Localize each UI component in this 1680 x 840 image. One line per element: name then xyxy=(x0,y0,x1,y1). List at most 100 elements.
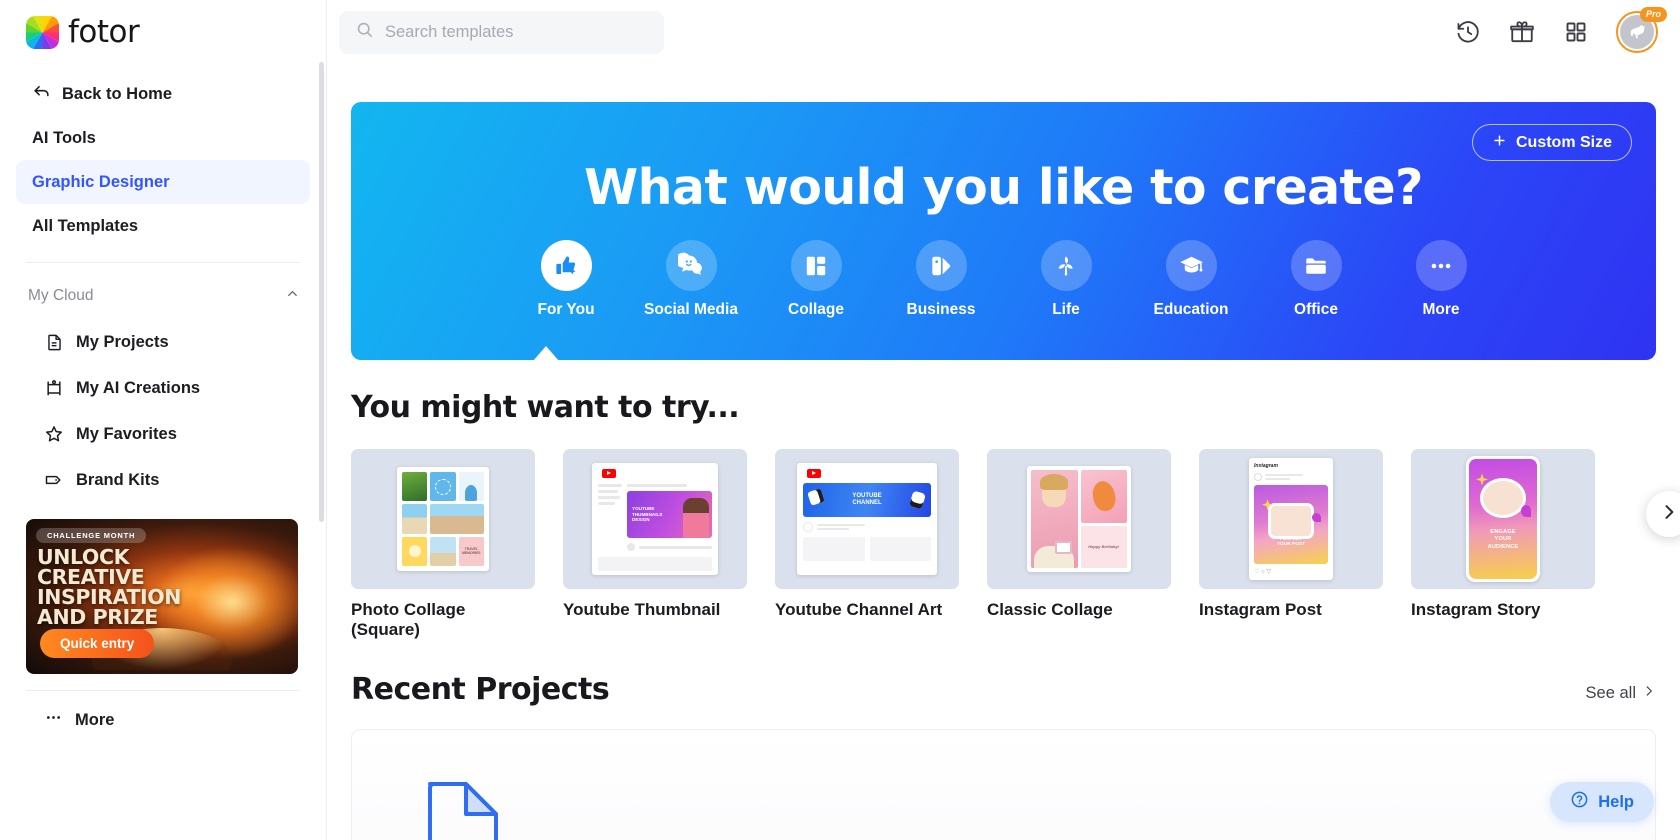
sidebar-item-more[interactable]: More xyxy=(16,697,310,743)
hero-category-social-media[interactable]: Social Media xyxy=(629,240,754,319)
template-name: Instagram Post xyxy=(1199,600,1322,619)
custom-size-button[interactable]: Custom Size xyxy=(1471,124,1632,161)
top-bar: Search templates Pro xyxy=(327,0,1680,64)
hero-category-office[interactable]: Office xyxy=(1254,240,1379,319)
template-thumbnail: Happy Birthday! xyxy=(987,449,1171,589)
template-thumbnail: ENGAGE YOUR AUDIENCE xyxy=(1411,449,1595,589)
sidebar-item-back-to-home[interactable]: Back to Home xyxy=(16,72,310,116)
main-content: Custom Size What would you like to creat… xyxy=(327,102,1680,840)
template-carousel: TRAVEL MEMORIES Photo Collage (Square) Y… xyxy=(351,449,1680,640)
sidebar-item-graphic-designer[interactable]: Graphic Designer xyxy=(16,160,310,204)
star-icon xyxy=(44,424,64,444)
hero-category-for-you[interactable]: For You xyxy=(504,240,629,319)
chevron-up-icon[interactable] xyxy=(285,286,300,306)
hero-category-collage[interactable]: Collage xyxy=(754,240,879,319)
sidebar-primary-nav: Back to Home AI Tools Graphic Designer A… xyxy=(0,60,326,248)
classic-collage-caption: Happy Birthday! xyxy=(1088,544,1120,550)
chat-bubbles-icon xyxy=(665,240,717,291)
top-bar-icons: Pro xyxy=(1454,7,1667,53)
hero-category-education[interactable]: Education xyxy=(1129,240,1254,319)
instagram-wordmark: Instagram xyxy=(1254,463,1278,469)
hero-category-row: For You Social Media Collage Business Li… xyxy=(351,240,1656,319)
help-label: Help xyxy=(1598,792,1634,811)
apps-grid-icon[interactable] xyxy=(1562,18,1590,46)
main-area: Search templates Pro Custom Size What wo… xyxy=(327,0,1680,840)
gift-icon[interactable] xyxy=(1508,18,1536,46)
template-card-classic-collage[interactable]: Happy Birthday! Classic Collage xyxy=(987,449,1171,640)
instagram-actions: ♡ ○ ▽ xyxy=(1254,569,1271,575)
template-thumbnail: Instagram PERFECT YOUR POST ♡ ○ ▽ xyxy=(1199,449,1383,589)
hero-category-label: Education xyxy=(1153,301,1229,318)
recent-projects-panel xyxy=(351,729,1656,840)
help-button[interactable]: Help xyxy=(1550,782,1654,822)
sidebar-back-label: Back to Home xyxy=(62,84,173,103)
search-input[interactable]: Search templates xyxy=(339,10,664,54)
see-all-label: See all xyxy=(1585,684,1636,703)
brand-name: fotor xyxy=(68,14,140,50)
custom-size-label: Custom Size xyxy=(1515,133,1612,151)
hero-banner: Custom Size What would you like to creat… xyxy=(351,102,1656,360)
sidebar-item-label: My Projects xyxy=(76,332,169,351)
sidebar-more-label: More xyxy=(75,710,115,729)
sidebar-item-brand-kits[interactable]: Brand Kits xyxy=(16,457,310,503)
ellipsis-icon xyxy=(44,708,63,732)
template-thumbnail: TRAVEL MEMORIES xyxy=(351,449,535,589)
history-icon[interactable] xyxy=(1454,18,1482,46)
sidebar-item-label: My Favorites xyxy=(76,424,177,443)
promo-cta-button[interactable]: Quick entry xyxy=(40,629,155,658)
ig-story-line1: ENGAGE xyxy=(1490,528,1516,535)
hero-category-label: Social Media xyxy=(644,301,738,318)
sidebar-item-my-projects[interactable]: My Projects xyxy=(16,319,310,365)
graduation-cap-icon xyxy=(1165,240,1217,291)
flower-icon xyxy=(1040,240,1092,291)
yt-thumbnail-line3: DESIGN xyxy=(632,517,650,523)
template-name: Classic Collage xyxy=(987,600,1113,619)
sidebar-item-my-ai-creations[interactable]: My AI Creations xyxy=(16,365,310,411)
sidebar-bottom-divider xyxy=(26,690,300,691)
carousel-next-button[interactable] xyxy=(1646,491,1680,537)
photo-collage-caption: TRAVEL MEMORIES xyxy=(462,547,481,556)
sidebar-item-ai-tools[interactable]: AI Tools xyxy=(16,116,310,160)
sidebar-item-all-templates[interactable]: All Templates xyxy=(16,204,310,248)
hero-category-label: Life xyxy=(1052,301,1080,318)
briefcase-tag-icon xyxy=(915,240,967,291)
template-name: Instagram Story xyxy=(1411,600,1541,619)
template-card-youtube-channel-art[interactable]: YOUTUBE CHANNEL Youtube Channel Art xyxy=(775,449,959,640)
sidebar-item-label: Graphic Designer xyxy=(32,172,170,191)
search-icon xyxy=(355,20,374,44)
hero-category-label: Collage xyxy=(788,301,844,318)
yt-channel-line1: YOUTUBE xyxy=(852,492,882,499)
sidebar-item-my-favorites[interactable]: My Favorites xyxy=(16,411,310,457)
template-card-photo-collage[interactable]: TRAVEL MEMORIES Photo Collage (Square) xyxy=(351,449,535,640)
template-card-youtube-thumbnail[interactable]: YOUTUBE THUMBNAILS DESIGN Youtube Thumbn… xyxy=(563,449,747,640)
template-name: Photo Collage (Square) xyxy=(351,600,466,640)
sidebar-divider xyxy=(26,262,300,263)
promo-banner[interactable]: CHALLENGE MONTH UNLOCK CREATIVE INSPIRAT… xyxy=(26,519,298,674)
promo-badge: CHALLENGE MONTH xyxy=(36,528,147,543)
hero-category-more[interactable]: More xyxy=(1379,240,1504,319)
chevron-right-icon xyxy=(1659,502,1679,527)
sidebar-scrollbar[interactable] xyxy=(319,62,324,522)
avatar[interactable]: Pro xyxy=(1616,7,1667,53)
hero-category-business[interactable]: Business xyxy=(879,240,1004,319)
hero-category-label: More xyxy=(1422,301,1460,318)
new-file-icon[interactable] xyxy=(424,778,502,840)
back-arrow-icon xyxy=(32,82,51,106)
sidebar: fotor Back to Home AI Tools Graphic Desi… xyxy=(0,0,327,840)
template-card-instagram-story[interactable]: ENGAGE YOUR AUDIENCE Instagram Story xyxy=(1411,449,1595,640)
collage-grid-icon xyxy=(790,240,842,291)
template-card-instagram-post[interactable]: Instagram PERFECT YOUR POST ♡ ○ ▽ Instag… xyxy=(1199,449,1383,640)
see-all-link[interactable]: See all xyxy=(1586,684,1656,707)
chevron-right-icon xyxy=(1642,684,1656,703)
sidebar-section-my-cloud[interactable]: My Cloud xyxy=(0,273,326,319)
app-root: fotor Back to Home AI Tools Graphic Desi… xyxy=(0,0,1680,840)
brand-logo[interactable]: fotor xyxy=(0,0,326,60)
search-placeholder: Search templates xyxy=(385,22,514,41)
template-thumbnail: YOUTUBE CHANNEL xyxy=(775,449,959,589)
template-name: Youtube Channel Art xyxy=(775,600,943,619)
hero-category-life[interactable]: Life xyxy=(1004,240,1129,319)
fotor-color-wheel-logo xyxy=(26,15,59,49)
plus-icon xyxy=(1492,133,1507,153)
hero-category-label: For You xyxy=(537,301,595,318)
ellipsis-icon xyxy=(1415,240,1467,291)
